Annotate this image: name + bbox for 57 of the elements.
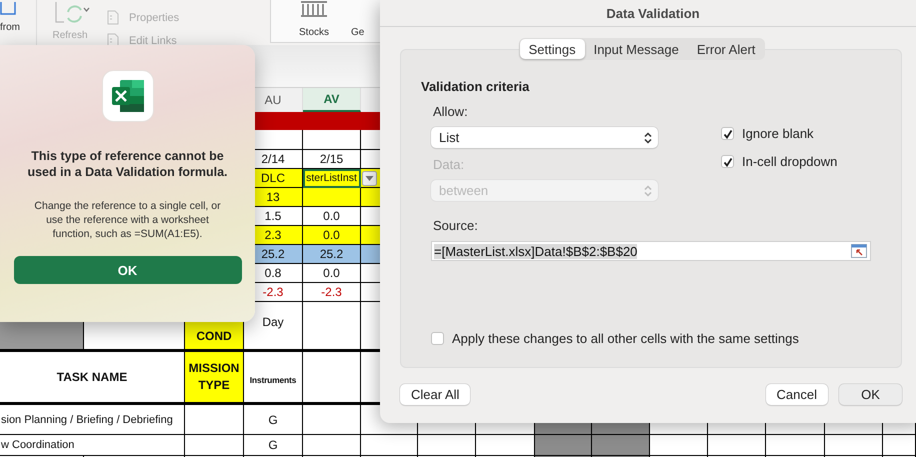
checkbox[interactable]: [431, 332, 444, 345]
chevron-icon: [644, 184, 652, 196]
cancel-button[interactable]: Cancel: [766, 384, 828, 405]
ok-button[interactable]: OK: [839, 384, 902, 405]
table-cell: G: [244, 405, 303, 435]
table-cell: 25.2: [303, 245, 361, 264]
clear-all-button[interactable]: Clear All: [400, 384, 470, 405]
alert-message: Change the reference to a single cell, or use the reference with a worksheet function, such as =SUM(A1:E5).: [33, 199, 222, 241]
range-picker-icon[interactable]: [851, 244, 867, 258]
ribbon-button[interactable]: Stocks: [299, 27, 330, 39]
table-cell: [766, 435, 825, 456]
table-cell: Instruments: [244, 352, 303, 403]
field-label: Allow:: [433, 104, 469, 120]
checkbox[interactable]: [721, 155, 734, 168]
table-cell: [650, 435, 708, 456]
checkbox[interactable]: [721, 127, 734, 140]
dropdown[interactable]: List: [431, 127, 658, 148]
building-icon[interactable]: [299, 0, 329, 18]
table-cell: [303, 435, 361, 456]
document-icon: [107, 10, 119, 25]
tab[interactable]: Error Alert: [688, 39, 764, 59]
document-icon: [107, 33, 119, 45]
chevron-icon: [644, 132, 652, 144]
checkbox-label[interactable]: Ignore blank: [742, 126, 814, 141]
table-cell: 0.0: [303, 226, 361, 245]
tab[interactable]: Input Message: [584, 39, 688, 59]
table-cell: [825, 435, 883, 456]
dropdown-value: List: [439, 130, 460, 145]
table-cell: [883, 435, 916, 456]
table-cell: MISSION TYPE: [185, 352, 244, 403]
table-cell: -2.3: [303, 283, 361, 302]
table-cell: sterListInst: [303, 169, 361, 188]
checkbox-label[interactable]: Apply these changes to all other cells with the same settings: [452, 331, 799, 346]
tab[interactable]: Settings: [520, 39, 585, 59]
ribbon-button[interactable]: Ge: [351, 27, 364, 39]
ok-button[interactable]: OK: [14, 256, 242, 284]
field-label: Source:: [433, 218, 479, 234]
table-cell: [708, 435, 766, 456]
window-title: Data Validation: [380, 0, 916, 27]
table-cell: sion Planning / Briefing / Debriefing: [0, 405, 185, 435]
dropdown-value: between: [439, 183, 488, 198]
spreadsheet-app-icon: [102, 70, 154, 122]
table-cell: [185, 435, 244, 456]
checkbox-label[interactable]: In-cell dropdown: [742, 154, 838, 169]
folder-icon: [0, 2, 18, 18]
table-cell: [361, 435, 418, 456]
table-cell: G: [244, 435, 303, 456]
ribbon-button[interactable]: from: [0, 22, 20, 34]
table-cell: [418, 435, 476, 456]
field-label: Data:: [433, 157, 466, 173]
section-title: Validation criteria: [421, 79, 530, 94]
column-header[interactable]: AV: [303, 88, 361, 112]
table-cell: 0.0: [303, 264, 361, 283]
table-cell: w Coordination: [0, 435, 185, 456]
alert-title: This type of reference cannot be used in a Data Validation formula.: [26, 148, 229, 180]
dropdown-button[interactable]: [362, 171, 377, 186]
source-field[interactable]: =[MasterList.xlsx]Data!$B$2:$B$20: [431, 241, 871, 261]
